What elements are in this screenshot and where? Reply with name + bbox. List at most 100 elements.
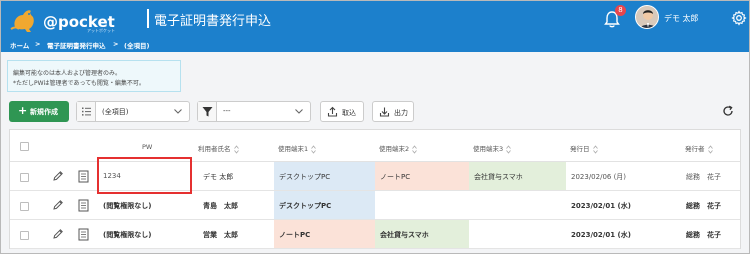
pw-value: (閲覧権限なし) [103, 202, 152, 210]
terminal2-cell [375, 191, 469, 219]
export-button[interactable]: 出力 [372, 101, 414, 122]
sort-icon [707, 144, 713, 154]
column-header-terminal2[interactable]: 使用端末2 [379, 143, 417, 154]
column-header-issue-date[interactable]: 発行日 [570, 143, 598, 154]
issuer-value: 総務 花子 [686, 173, 721, 181]
import-button[interactable]: 取込 [320, 101, 364, 122]
terminal1-value: デスクトップPC [279, 173, 331, 181]
terminal3-cell [469, 220, 566, 248]
select-all-checkbox[interactable] [20, 142, 29, 151]
view-select[interactable]: (全項目) [76, 101, 190, 122]
issuer-value: 総務 花子 [686, 202, 721, 210]
terminal2-cell: 会社貸与スマホ [375, 220, 469, 248]
filter-select[interactable]: --- [197, 101, 311, 122]
highlight-annotation [97, 157, 192, 194]
user-value: 青島 太郎 [203, 202, 238, 210]
column-header-issuer[interactable]: 発行者 [685, 143, 713, 154]
title-separator [147, 9, 149, 28]
pencil-icon[interactable] [52, 228, 64, 240]
upload-icon [327, 106, 338, 117]
row-checkbox[interactable] [20, 231, 29, 240]
column-header-user[interactable]: 利用者氏名 [198, 143, 239, 154]
breadcrumb-view: (全項目) [124, 42, 150, 50]
info-line-1: 編集可能なのは本人および管理者のみ。 [13, 70, 122, 77]
info-line-2: *ただしPWは管理者であっても閲覧・編集不可。 [13, 80, 145, 87]
terminal1-value: デスクトップPC [279, 202, 332, 210]
sort-icon [412, 144, 417, 154]
gear-icon[interactable] [731, 10, 747, 26]
export-label: 出力 [394, 109, 408, 117]
sort-icon [592, 144, 598, 154]
issuer-value: 総務 花子 [686, 231, 721, 239]
issue-date-cell: 2023/02/06 (月) [566, 162, 681, 190]
logo[interactable]: @pocket アットポケット [9, 5, 129, 33]
pw-cell: (閲覧権限なし) [98, 191, 190, 219]
breadcrumb-separator: > [35, 40, 41, 48]
document-icon[interactable] [78, 199, 89, 212]
terminal2-cell: ノートPC [375, 162, 469, 190]
chevron-down-icon [174, 109, 182, 114]
pencil-icon[interactable] [52, 170, 64, 182]
kangaroo-logo-icon [10, 10, 34, 33]
table-row[interactable]: (閲覧権限なし) 青島 太郎 デスクトップPC 2023/02/01 (水) 総… [10, 191, 740, 220]
document-icon[interactable] [78, 170, 89, 183]
user-cell: 青島 太郎 [198, 191, 274, 219]
user-cell: 営業 太郎 [198, 220, 274, 248]
row-checkbox[interactable] [20, 173, 29, 182]
issue-date-cell: 2023/02/01 (水) [566, 220, 681, 248]
terminal2-value: 会社貸与スマホ [380, 231, 429, 239]
issue-date-value: 2023/02/01 (水) [571, 231, 631, 239]
column-header-terminal3-label: 使用端末3 [473, 145, 504, 153]
breadcrumb-home[interactable]: ホーム [10, 40, 29, 50]
filter-select-value: --- [223, 107, 231, 115]
issue-date-cell: 2023/02/01 (水) [566, 191, 681, 219]
sort-icon [311, 144, 316, 154]
column-header-pw[interactable]: PW [142, 143, 152, 151]
issue-date-value: 2023/02/06 (月) [571, 173, 627, 181]
column-header-terminal1-label: 使用端末1 [278, 145, 309, 153]
new-record-label: 新規作成 [30, 108, 58, 116]
app-title: 電子証明書発行申込 [154, 14, 272, 29]
terminal1-value: ノートPC [279, 231, 311, 239]
user-cell: デモ 太郎 [198, 162, 274, 190]
row-checkbox[interactable] [20, 202, 29, 211]
download-icon [379, 107, 390, 117]
view-select-value: (全項目) [102, 108, 129, 116]
issue-date-value: 2023/02/01 (水) [571, 202, 631, 210]
logo-subtext: アットポケット [87, 28, 115, 33]
pencil-icon[interactable] [52, 199, 64, 211]
chevron-down-icon [295, 109, 303, 114]
column-header-terminal1[interactable]: 使用端末1 [278, 143, 316, 154]
column-header-user-label: 利用者氏名 [198, 145, 231, 153]
column-header-terminal2-label: 使用端末2 [379, 145, 410, 153]
avatar[interactable] [635, 5, 659, 29]
breadcrumb-app[interactable]: 電子証明書発行申込 [47, 40, 106, 50]
issuer-cell: 総務 花子 [681, 191, 740, 219]
terminal1-cell: デスクトップPC [274, 162, 375, 190]
issuer-cell: 総務 花子 [681, 220, 740, 248]
column-header-issue-date-label: 発行日 [570, 145, 590, 153]
terminal2-value: ノートPC [380, 173, 411, 181]
user-value: デモ 太郎 [203, 173, 234, 181]
notification-badge: 8 [615, 5, 626, 16]
table-row[interactable]: (閲覧権限なし) 営業 太郎 ノートPC 会社貸与スマホ 2023/02/01 … [10, 220, 740, 249]
pw-cell: (閲覧権限なし) [98, 220, 190, 248]
sort-icon [233, 144, 239, 154]
column-header-issuer-label: 発行者 [685, 145, 705, 153]
terminal3-cell [469, 191, 566, 219]
new-record-button[interactable]: + 新規作成 [9, 101, 69, 122]
terminal3-cell: 会社貸与スマホ [469, 162, 566, 190]
import-label: 取込 [342, 109, 356, 117]
refresh-icon[interactable] [722, 105, 734, 117]
list-view-icon [77, 102, 96, 121]
plus-icon: + [18, 104, 28, 117]
user-name[interactable]: デモ 太郎 [664, 13, 699, 24]
document-icon[interactable] [78, 228, 89, 241]
issuer-cell: 総務 花子 [681, 162, 740, 190]
pw-value: (閲覧権限なし) [103, 231, 152, 239]
sort-icon [506, 144, 511, 154]
info-notice: 編集可能なのは本人および管理者のみ。 *ただしPWは管理者であっても閲覧・編集不… [7, 60, 181, 92]
column-header-terminal3[interactable]: 使用端末3 [473, 143, 511, 154]
terminal1-cell: デスクトップPC [274, 191, 375, 219]
user-value: 営業 太郎 [203, 231, 238, 239]
